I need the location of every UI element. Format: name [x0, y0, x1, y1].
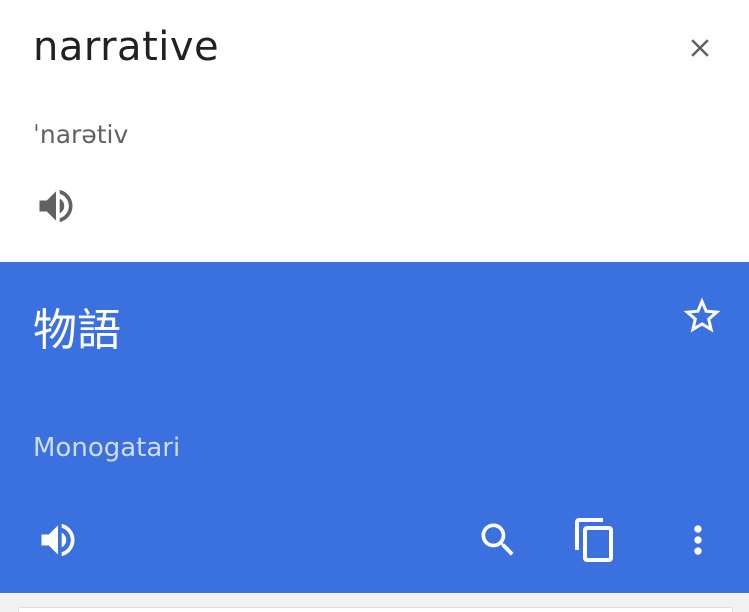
romanization: Monogatari: [33, 433, 181, 463]
phonetic-transcription: ˈnarətiv: [33, 120, 129, 149]
source-panel: narrative ˈnarətiv: [0, 0, 749, 262]
speak-source-button[interactable]: [28, 180, 84, 232]
search-icon: [481, 523, 514, 556]
more-vert-icon: [694, 525, 702, 555]
more-options-button[interactable]: [670, 510, 726, 570]
copy-button[interactable]: [567, 510, 623, 570]
translated-text[interactable]: 物語: [33, 302, 121, 360]
speak-translation-button[interactable]: [30, 510, 86, 570]
source-text[interactable]: narrative: [33, 20, 219, 74]
volume-icon: [41, 523, 75, 557]
close-button[interactable]: [672, 24, 728, 72]
next-card-top: [18, 607, 733, 612]
star-outline-icon: [683, 297, 721, 333]
copy-icon: [575, 518, 613, 562]
search-button[interactable]: [470, 510, 526, 570]
save-phrase-button[interactable]: [674, 290, 730, 342]
next-card-edge: [0, 593, 749, 612]
close-icon: [691, 39, 709, 57]
translate-app: narrative ˈnarətiv 物語 Monogatari: [0, 0, 749, 612]
translation-card: 物語 Monogatari: [0, 262, 749, 593]
volume-icon: [39, 189, 73, 223]
